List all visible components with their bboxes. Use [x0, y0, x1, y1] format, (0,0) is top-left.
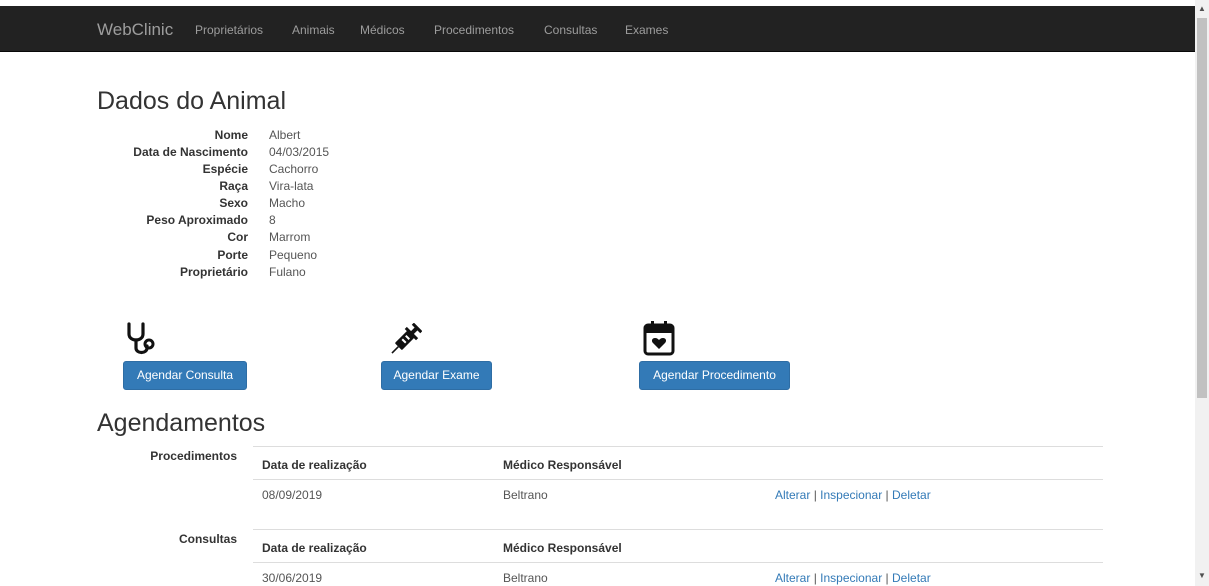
- column-header-doctor: Médico Responsável: [503, 541, 622, 555]
- nav-item-proprietarios[interactable]: Proprietários: [195, 23, 263, 37]
- nav-item-exames[interactable]: Exames: [625, 23, 668, 37]
- detail-label: Cor: [227, 230, 248, 244]
- syringe-icon: [391, 323, 422, 354]
- detail-label: Nome: [214, 128, 248, 142]
- row-actions: Alterar | Inspecionar | Deletar: [775, 488, 931, 502]
- nav-item-medicos[interactable]: Médicos: [360, 23, 405, 37]
- detail-label: Peso Aproximado: [146, 213, 248, 227]
- agendar-procedimento-button[interactable]: Agendar Procedimento: [639, 361, 790, 390]
- detail-value: 04/03/2015: [269, 145, 330, 159]
- separator: |: [813, 488, 817, 502]
- detail-row-raca: Raça Vira-lata: [100, 179, 500, 194]
- deletar-link[interactable]: Deletar: [892, 488, 931, 502]
- column-header-date: Data de realização: [262, 541, 367, 555]
- agendar-exame-button[interactable]: Agendar Exame: [381, 361, 492, 390]
- separator: |: [885, 571, 889, 585]
- detail-label: Sexo: [219, 196, 248, 210]
- detail-value: Vira-lata: [269, 179, 314, 193]
- table-divider: [253, 479, 1103, 480]
- alterar-link[interactable]: Alterar: [775, 571, 810, 585]
- scroll-up-arrow-icon[interactable]: ▲: [1198, 4, 1206, 13]
- row-date: 08/09/2019: [262, 488, 323, 502]
- inspecionar-link[interactable]: Inspecionar: [820, 571, 882, 585]
- consultas-table: Data de realização Médico Responsável 30…: [253, 529, 1103, 586]
- agendar-consulta-button[interactable]: Agendar Consulta: [123, 361, 247, 390]
- agendamentos-title: Agendamentos: [97, 409, 266, 437]
- detail-row-especie: Espécie Cachorro: [100, 162, 500, 177]
- calendar-heart-icon: [643, 321, 675, 356]
- consultas-group-label: Consultas: [178, 532, 237, 546]
- detail-value: Marrom: [269, 230, 311, 244]
- column-header-doctor: Médico Responsável: [503, 458, 622, 472]
- row-actions: Alterar | Inspecionar | Deletar: [775, 571, 931, 585]
- detail-label: Data de Nascimento: [133, 145, 248, 159]
- detail-value: Pequeno: [269, 248, 318, 262]
- row-date: 30/06/2019: [262, 571, 323, 585]
- procedimentos-group-label: Procedimentos: [150, 449, 237, 463]
- row-doctor: Beltrano: [503, 488, 548, 502]
- separator: |: [813, 571, 817, 585]
- procedimentos-table: Data de realização Médico Responsável 08…: [253, 446, 1103, 511]
- detail-row-proprietario: Proprietário Fulano: [100, 265, 500, 280]
- detail-value: Fulano: [269, 265, 306, 279]
- nav-item-procedimentos[interactable]: Procedimentos: [434, 23, 514, 37]
- detail-label: Proprietário: [179, 265, 248, 279]
- scroll-thumb[interactable]: [1197, 18, 1207, 398]
- detail-value: Macho: [269, 196, 306, 210]
- table-divider: [253, 529, 1103, 530]
- detail-row-peso: Peso Aproximado 8: [100, 213, 500, 228]
- detail-label: Porte: [217, 248, 248, 262]
- row-doctor: Beltrano: [503, 571, 548, 585]
- table-divider: [253, 562, 1103, 563]
- scroll-down-arrow-icon[interactable]: ▼: [1198, 571, 1206, 580]
- detail-value: Cachorro: [269, 162, 319, 176]
- detail-label: Raça: [219, 179, 248, 193]
- detail-value: Albert: [269, 128, 301, 142]
- detail-row-cor: Cor Marrom: [100, 230, 500, 245]
- detail-row-nascimento: Data de Nascimento 04/03/2015: [100, 145, 500, 160]
- page-title: Dados do Animal: [97, 87, 287, 115]
- nav-item-consultas[interactable]: Consultas: [544, 23, 597, 37]
- detail-row-nome: Nome Albert: [100, 128, 500, 143]
- scrollbar[interactable]: ▲ ▼: [1195, 0, 1209, 586]
- detail-value: 8: [269, 213, 276, 227]
- column-header-date: Data de realização: [262, 458, 367, 472]
- separator: |: [885, 488, 889, 502]
- navbar: WebClinic Proprietários Animais Médicos …: [0, 6, 1195, 52]
- nav-item-animais[interactable]: Animais: [292, 23, 335, 37]
- alterar-link[interactable]: Alterar: [775, 488, 810, 502]
- detail-row-sexo: Sexo Macho: [100, 196, 500, 211]
- inspecionar-link[interactable]: Inspecionar: [820, 488, 882, 502]
- table-divider: [253, 446, 1103, 447]
- detail-row-porte: Porte Pequeno: [100, 248, 500, 263]
- detail-label: Espécie: [202, 162, 248, 176]
- brand-link[interactable]: WebClinic: [97, 20, 173, 40]
- deletar-link[interactable]: Deletar: [892, 571, 931, 585]
- stethoscope-icon: [127, 322, 155, 355]
